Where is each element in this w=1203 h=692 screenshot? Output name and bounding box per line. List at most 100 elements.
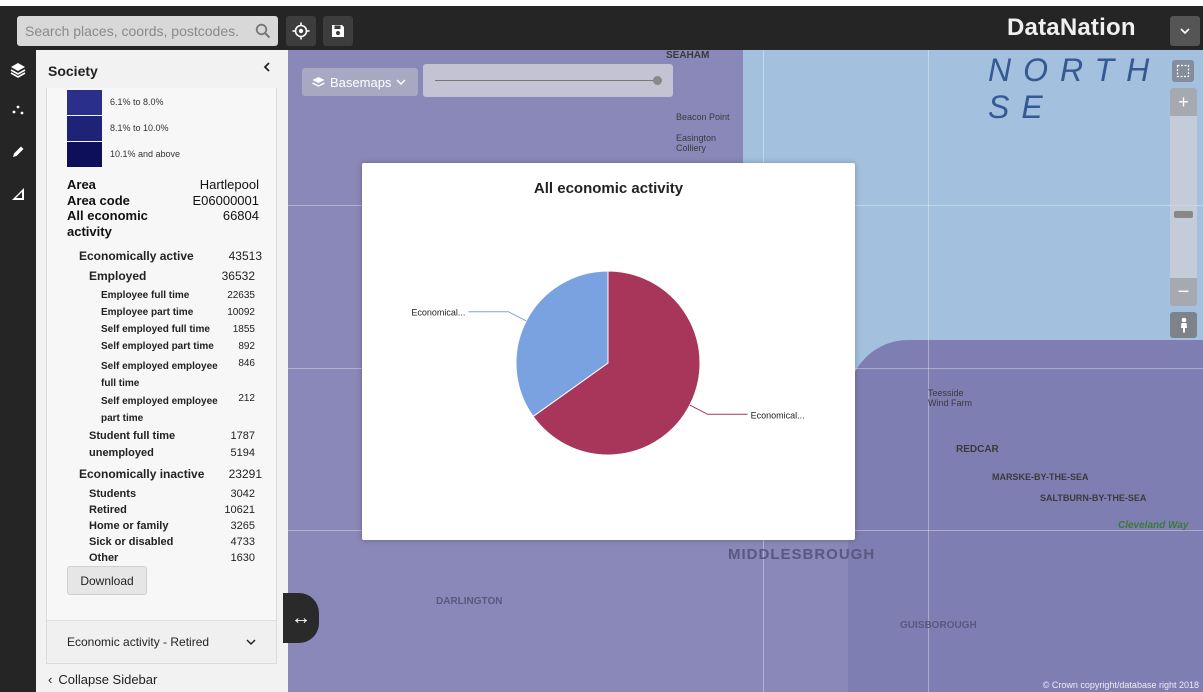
stat-value: 36532 — [221, 269, 255, 283]
chevron-down-icon — [246, 639, 256, 646]
stat-value: 3265 — [230, 520, 255, 532]
chevron-left-icon: ‹ — [48, 671, 53, 687]
stat-name: Self employed employee full time — [101, 361, 218, 389]
stat-name: Economically inactive — [79, 467, 205, 481]
sidebar-resize-handle[interactable]: ↔ — [283, 593, 319, 643]
measure-tool-button[interactable] — [0, 174, 36, 214]
zoom-in-button[interactable]: + — [1170, 88, 1197, 116]
stat-row: Student full time 1787 — [89, 430, 255, 442]
area-label: Area — [67, 177, 96, 192]
stat-name: Self employed part time — [101, 341, 214, 352]
layers-button[interactable] — [0, 50, 36, 90]
pie-chart: Economical... Economical... — [411, 270, 805, 456]
legend-item: 10.1% and above — [67, 140, 180, 168]
stat-value: 43513 — [228, 249, 262, 263]
stat-row: Other 1630 — [89, 552, 255, 564]
basemaps-label: Basemaps — [330, 74, 392, 90]
grid-line — [928, 50, 929, 692]
area-code-value: E06000001 — [192, 193, 259, 208]
land-area — [848, 340, 1203, 692]
zoom-control: + − — [1170, 88, 1197, 306]
place-label: Easington Colliery — [676, 133, 717, 153]
place-label: GUISBOROUGH — [900, 620, 977, 631]
draw-tool-button[interactable] — [0, 132, 36, 172]
stat-value: 23291 — [228, 467, 262, 481]
place-label: MARSKE-BY-THE-SEA — [992, 472, 1089, 482]
locate-button[interactable] — [286, 16, 316, 46]
stat-row: unemployed 5194 — [89, 447, 255, 459]
accordion-label: Economic activity - Retired — [67, 635, 210, 649]
stat-row: Sick or disabled 4733 — [89, 536, 255, 548]
place-label: DARLINGTON — [436, 596, 503, 607]
slider-track — [435, 80, 659, 81]
chart-modal: All economic activity Economical... Econo… — [362, 163, 855, 540]
stat-value: 10621 — [224, 504, 255, 516]
layer-info-panel: 6.1% to 8.0% 8.1% to 10.0% 10.1% and abo… — [46, 88, 277, 658]
legend-label: 10.1% and above — [110, 149, 181, 159]
pegman-icon — [1180, 317, 1187, 333]
pie-label: Economical... — [411, 308, 465, 318]
stat-row: Self employed employee part time 212 — [101, 393, 255, 427]
zoom-slider-thumb[interactable] — [1174, 211, 1193, 218]
stat-name: Employed — [89, 269, 147, 283]
search-input[interactable] — [17, 16, 247, 46]
stat-name: Economically active — [79, 249, 194, 263]
stat-row: Economically inactive 23291 — [79, 467, 262, 481]
slider-thumb[interactable] — [653, 76, 662, 85]
stat-name: unemployed — [89, 447, 154, 459]
stat-row: Employee part time 10092 — [101, 307, 255, 318]
stat-name: Employee full time — [101, 290, 190, 301]
copyright-text: © Crown copyright/database right 2018 — [1042, 680, 1199, 690]
basemaps-button[interactable]: Basemaps — [302, 68, 418, 96]
chevron-left-icon[interactable] — [260, 60, 274, 74]
stat-name: Retired — [89, 504, 127, 516]
stat-row: Retired 10621 — [89, 504, 255, 516]
street-view-button[interactable] — [1170, 312, 1197, 338]
sidebar-title: Society — [48, 63, 98, 79]
pie-label: Economical... — [751, 410, 805, 420]
stat-value: 892 — [238, 341, 255, 352]
place-label: REDCAR — [956, 444, 999, 455]
legend-item: 8.1% to 10.0% — [67, 114, 169, 142]
place-label: Cleveland Way — [1118, 520, 1189, 531]
place-label: MIDDLESBROUGH — [728, 546, 876, 563]
save-button[interactable] — [323, 16, 353, 46]
search-button[interactable] — [248, 16, 278, 46]
stat-name: Students — [89, 488, 137, 500]
stat-value: 1855 — [232, 324, 255, 335]
stat-value: 5194 — [230, 447, 255, 459]
stat-row: Students 3042 — [89, 488, 255, 500]
stat-row: Self employed employee full time 846 — [101, 358, 255, 392]
place-label: SEAHAM — [666, 50, 710, 61]
zoom-out-button[interactable]: − — [1170, 278, 1197, 306]
place-label: Teesside Wind Farm — [928, 388, 973, 408]
pencil-icon — [13, 146, 24, 157]
place-label: SALTBURN-BY-THE-SEA — [1040, 493, 1147, 503]
stat-name: Employee part time — [101, 307, 194, 318]
stat-name: Sick or disabled — [89, 536, 174, 548]
legend-label: 8.1% to 10.0% — [110, 123, 169, 133]
layer-accordion-retired[interactable]: Economic activity - Retired — [46, 620, 277, 664]
legend-item: 6.1% to 8.0% — [67, 88, 164, 116]
account-dropdown-button[interactable] — [1170, 16, 1200, 46]
screenshot-icon — [1176, 64, 1190, 78]
layers-icon — [10, 63, 26, 78]
area-row: Area Hartlepool — [67, 177, 259, 192]
pie-leader-line — [468, 311, 527, 322]
stat-value: 3042 — [230, 488, 255, 500]
collapse-sidebar-button[interactable]: ‹ Collapse Sidebar — [36, 666, 288, 692]
sidebar: Society 6.1% to 8.0% 8.1% to 10.0% 10.1%… — [36, 50, 288, 692]
pie-leader-line — [689, 404, 748, 415]
opacity-slider[interactable] — [423, 64, 673, 97]
legend-label: 6.1% to 8.0% — [110, 97, 164, 107]
area-code-row: Area code E06000001 — [67, 193, 259, 208]
download-button[interactable]: Download — [67, 566, 147, 595]
area-code-label: Area code — [67, 193, 130, 208]
place-label: Beacon Point — [676, 112, 730, 122]
stat-row: Economically active 43513 — [79, 249, 262, 263]
screenshot-button[interactable] — [1172, 60, 1194, 82]
stat-value: 4733 — [230, 536, 255, 548]
save-icon — [332, 25, 344, 37]
top-strip — [0, 0, 1203, 6]
points-tool-button[interactable] — [0, 90, 36, 130]
